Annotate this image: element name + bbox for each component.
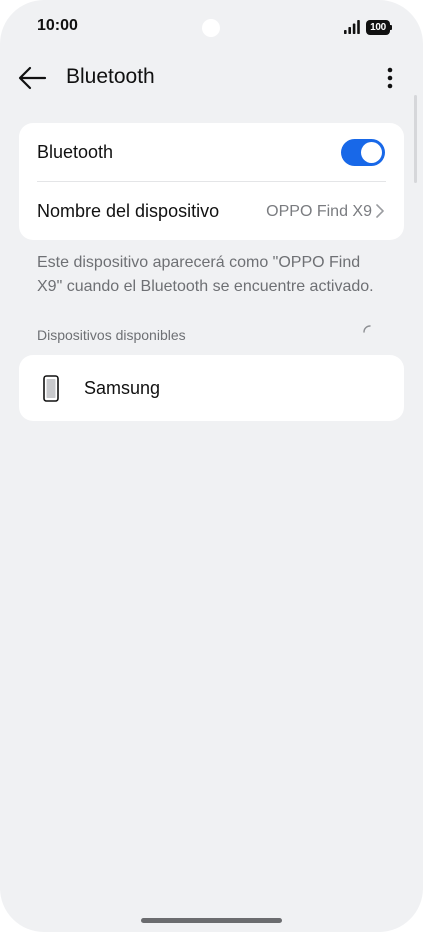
battery-icon: 100 xyxy=(366,20,393,35)
scrollbar[interactable] xyxy=(414,95,417,183)
loading-spinner-icon xyxy=(363,325,371,333)
toggle-knob xyxy=(361,142,382,163)
device-list-item[interactable]: Samsung xyxy=(19,355,404,421)
status-bar: 10:00 100 xyxy=(0,0,423,56)
available-devices-heading: Dispositivos disponibles xyxy=(37,327,186,343)
bluetooth-toggle-label: Bluetooth xyxy=(37,142,114,162)
device-name-label: Nombre del dispositivo xyxy=(37,201,220,221)
camera-cutout xyxy=(202,19,220,37)
signal-icon xyxy=(344,20,360,34)
home-indicator[interactable] xyxy=(141,918,282,923)
bluetooth-toggle-switch[interactable] xyxy=(341,139,385,166)
back-button[interactable] xyxy=(14,62,50,94)
device-name-value: OPPO Find X9 xyxy=(266,203,372,220)
visibility-hint-text: Este dispositivo aparecerá como "OPPO Fi… xyxy=(37,254,374,295)
bluetooth-settings-card: Bluetooth Nombre del dispositivo OPPO Fi… xyxy=(19,123,404,240)
more-options-button[interactable] xyxy=(376,62,404,94)
device-name: Samsung xyxy=(84,378,161,398)
battery-tip xyxy=(390,25,392,30)
smartphone-icon xyxy=(43,375,59,402)
more-vertical-icon xyxy=(387,67,393,89)
bluetooth-toggle-row[interactable]: Bluetooth xyxy=(19,123,404,181)
arrow-left-icon xyxy=(18,66,47,90)
battery-level: 100 xyxy=(366,20,390,35)
status-time: 10:00 xyxy=(37,17,78,34)
device-name-row[interactable]: Nombre del dispositivo OPPO Find X9 xyxy=(19,182,404,240)
page-title: Bluetooth xyxy=(66,65,155,88)
phone-screen: 10:00 100 Bluetooth Bluetooth Nombre del… xyxy=(0,0,423,932)
chevron-right-icon xyxy=(376,204,384,218)
top-app-bar: Bluetooth xyxy=(0,56,423,100)
